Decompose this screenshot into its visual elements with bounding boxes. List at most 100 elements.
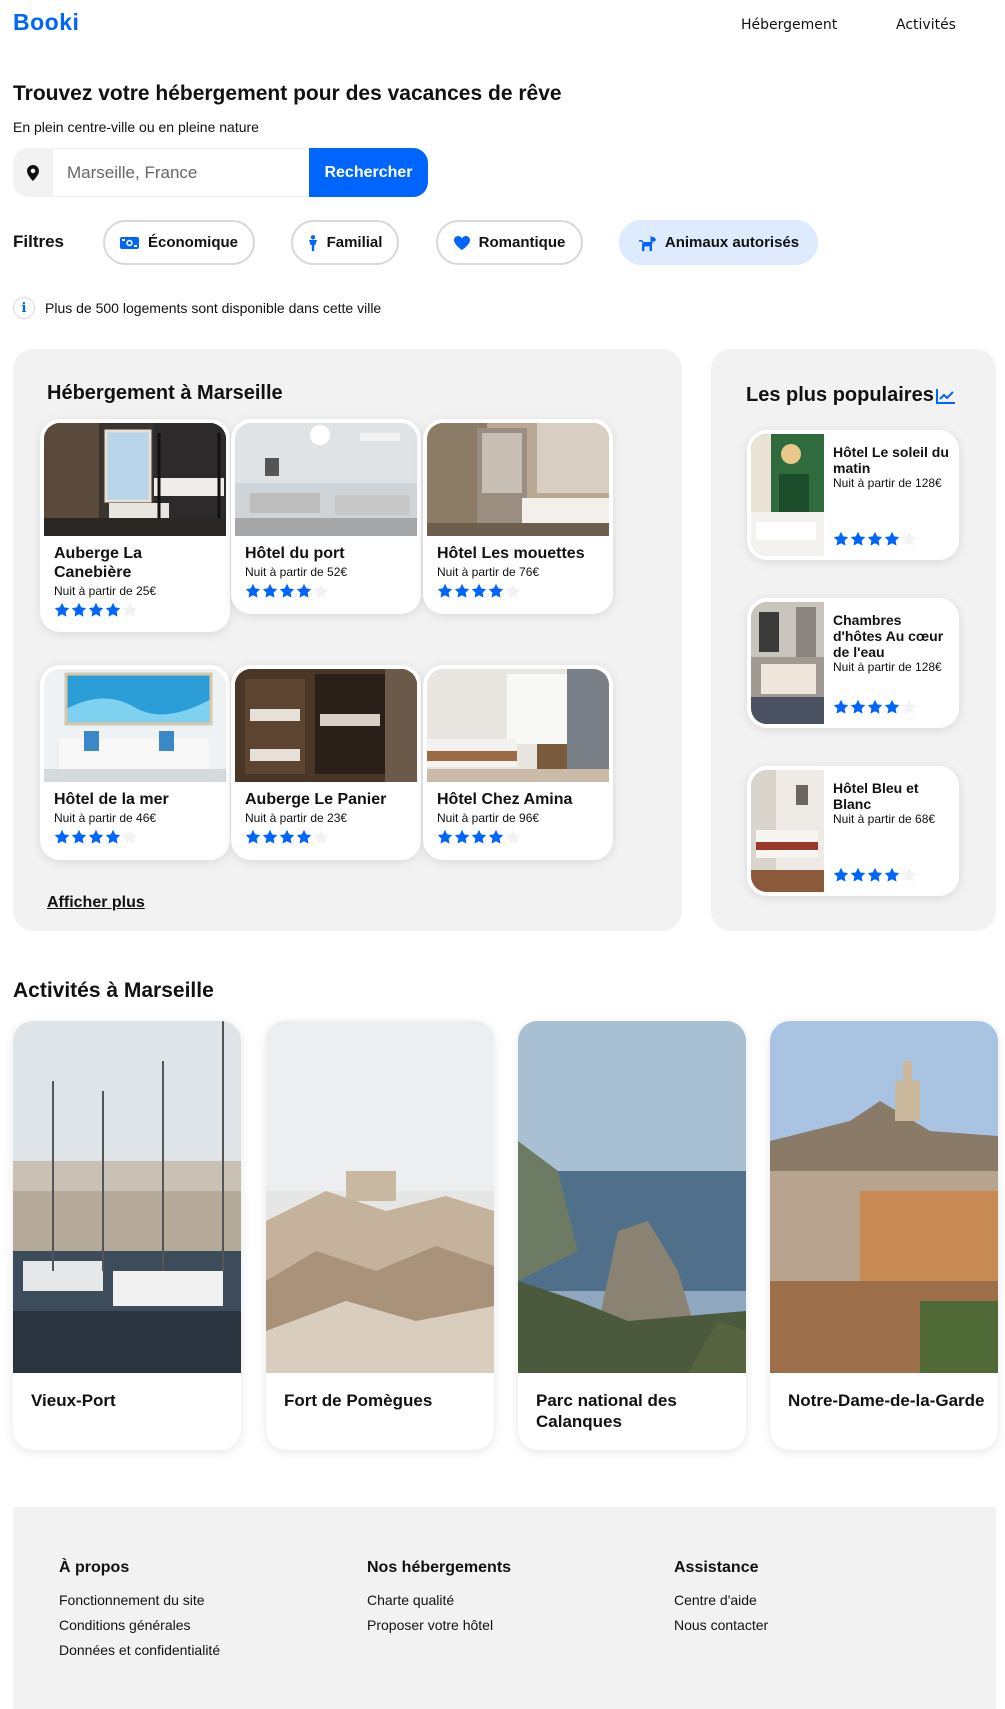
star-filled-icon: [454, 829, 470, 844]
star-filled-icon: [279, 829, 295, 844]
search-icon-box: [13, 148, 53, 197]
lodging-card[interactable]: Hôtel du port Nuit à partir de 52€: [231, 419, 421, 614]
popular-card[interactable]: Chambres d'hôtes Au cœur de l'eau Nuit à…: [747, 598, 959, 728]
star-rating: [833, 867, 917, 883]
lodging-section-title: Hébergement à Marseille: [47, 382, 283, 404]
footer-column-about: À propos Fonctionnement du site Conditio…: [59, 1559, 220, 1666]
star-rating: [54, 602, 216, 618]
footer: À propos Fonctionnement du site Conditio…: [13, 1507, 996, 1709]
star-filled-icon: [850, 531, 866, 546]
star-rating: [54, 829, 216, 845]
lodging-card[interactable]: Auberge Le Panier Nuit à partir de 23€: [231, 665, 421, 860]
star-empty-icon: [122, 602, 138, 617]
star-rating: [245, 829, 407, 845]
nav-link-activites[interactable]: Activités: [896, 17, 956, 33]
lodging-card-name: Hôtel Chez Amina: [437, 791, 573, 808]
lodging-card-price: Nuit à partir de 46€: [54, 811, 157, 825]
star-rating: [437, 583, 599, 599]
filter-romantique[interactable]: Romantique: [436, 220, 583, 265]
filter-label: Animaux autorisés: [664, 234, 800, 251]
star-empty-icon: [122, 829, 138, 844]
star-filled-icon: [867, 699, 883, 714]
search-bar: Rechercher: [13, 148, 428, 197]
star-rating: [245, 583, 407, 599]
dog-icon: [638, 234, 656, 251]
filter-label: Économique: [147, 234, 238, 251]
footer-column-assistance: Assistance Centre d'aide Nous contacter: [674, 1559, 768, 1641]
star-filled-icon: [488, 583, 504, 598]
lodging-card[interactable]: Hôtel Les mouettes Nuit à partir de 76€: [423, 419, 613, 614]
popular-card[interactable]: Hôtel Le soleil du matin Nuit à partir d…: [747, 430, 959, 560]
money-icon: [119, 236, 139, 249]
footer-link[interactable]: Charte qualité: [367, 1591, 511, 1609]
star-filled-icon: [71, 829, 87, 844]
lodging-card-price: Nuit à partir de 25€: [54, 584, 157, 598]
star-empty-icon: [901, 531, 917, 546]
lodging-card[interactable]: Hôtel Chez Amina Nuit à partir de 96€: [423, 665, 613, 860]
star-filled-icon: [833, 531, 849, 546]
child-icon: [308, 234, 317, 251]
star-filled-icon: [850, 867, 866, 882]
footer-link[interactable]: Centre d'aide: [674, 1591, 768, 1609]
popular-section-title: Les plus populaires: [746, 384, 956, 407]
activity-card[interactable]: Parc national des Calanques: [518, 1021, 746, 1450]
lodging-card-price: Nuit à partir de 23€: [245, 811, 348, 825]
star-empty-icon: [313, 583, 329, 598]
search-input[interactable]: [53, 148, 309, 197]
activity-card-image: [266, 1021, 494, 1373]
filter-animaux-autorises[interactable]: Animaux autorisés: [619, 220, 818, 265]
lodging-card-price: Nuit à partir de 76€: [437, 565, 540, 579]
star-filled-icon: [437, 583, 453, 598]
footer-link[interactable]: Fonctionnement du site: [59, 1591, 220, 1609]
logo[interactable]: Booki: [13, 9, 79, 36]
nav-link-hebergement[interactable]: Hébergement: [741, 17, 837, 33]
star-rating: [437, 829, 599, 845]
heart-icon: [453, 235, 470, 250]
star-filled-icon: [884, 531, 900, 546]
page: Booki Hébergement Activités Trouvez votr…: [0, 0, 1005, 1709]
popular-card-image: [751, 434, 824, 556]
star-filled-icon: [296, 829, 312, 844]
activity-card-name: Vieux-Port: [31, 1391, 116, 1410]
lodging-card[interactable]: Hôtel de la mer Nuit à partir de 46€: [40, 665, 230, 860]
search-button[interactable]: Rechercher: [309, 148, 428, 197]
activity-card-image: [13, 1021, 241, 1373]
activity-card[interactable]: Vieux-Port: [13, 1021, 241, 1450]
lodging-card-image: [44, 669, 226, 782]
star-filled-icon: [867, 867, 883, 882]
star-filled-icon: [471, 583, 487, 598]
footer-link[interactable]: Proposer votre hôtel: [367, 1616, 511, 1634]
star-filled-icon: [105, 602, 121, 617]
filter-familial[interactable]: Familial: [291, 220, 399, 265]
lodging-card-price: Nuit à partir de 96€: [437, 811, 540, 825]
info-text: Plus de 500 logements sont disponible da…: [45, 300, 382, 316]
star-filled-icon: [245, 829, 261, 844]
footer-link[interactable]: Nous contacter: [674, 1616, 768, 1634]
star-filled-icon: [54, 829, 70, 844]
star-filled-icon: [437, 829, 453, 844]
chart-line-icon: [935, 388, 955, 404]
star-filled-icon: [262, 829, 278, 844]
activity-card[interactable]: Notre-Dame-de-la-Garde: [770, 1021, 998, 1450]
lodging-card-name: Hôtel Les mouettes: [437, 545, 585, 562]
star-filled-icon: [88, 602, 104, 617]
star-filled-icon: [471, 829, 487, 844]
star-filled-icon: [279, 583, 295, 598]
lodging-card[interactable]: Auberge La Canebière Nuit à partir de 25…: [40, 419, 230, 632]
activity-card-name: Notre-Dame-de-la-Garde: [788, 1391, 985, 1410]
popular-card[interactable]: Hôtel Bleu et Blanc Nuit à partir de 68€: [747, 766, 959, 896]
activity-card[interactable]: Fort de Pomègues: [266, 1021, 494, 1450]
star-filled-icon: [833, 699, 849, 714]
map-pin-icon: [27, 164, 39, 181]
popular-title-text: Les plus populaires: [746, 384, 934, 406]
star-empty-icon: [505, 583, 521, 598]
lodging-card-name: Auberge La Canebière: [54, 545, 143, 581]
show-more-link[interactable]: Afficher plus: [47, 894, 145, 912]
activity-card-image: [770, 1021, 998, 1373]
filter-economique[interactable]: Économique: [103, 220, 255, 265]
footer-link[interactable]: Conditions générales: [59, 1616, 220, 1634]
filter-label: Romantique: [478, 234, 566, 251]
star-filled-icon: [488, 829, 504, 844]
footer-link[interactable]: Données et confidentialité: [59, 1641, 220, 1659]
lodging-card-name: Hôtel du port: [245, 545, 345, 562]
